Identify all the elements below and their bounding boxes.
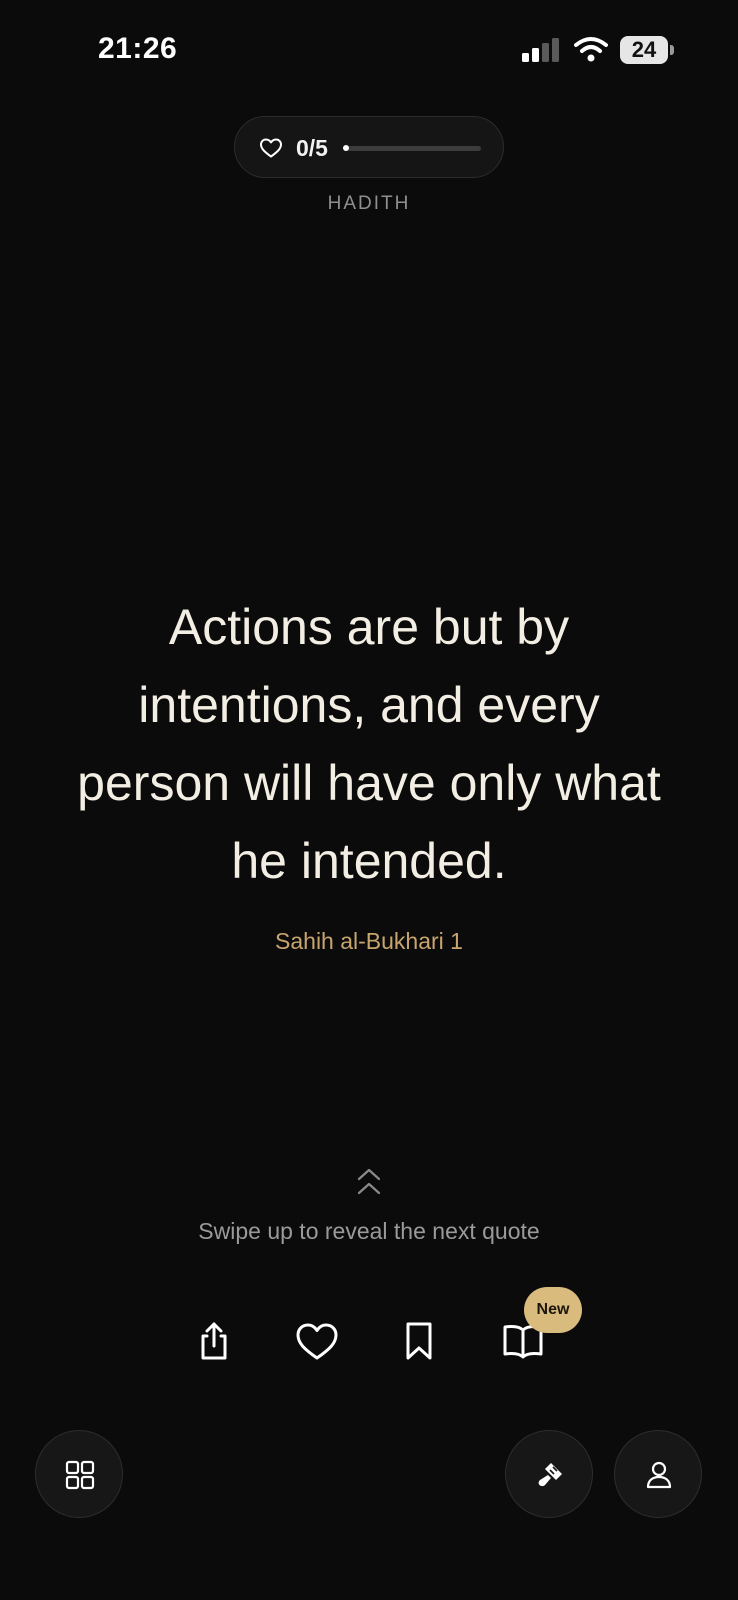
like-button[interactable] [294, 1318, 340, 1364]
share-icon [201, 1322, 227, 1360]
heart-icon [296, 1323, 338, 1360]
user-icon [646, 1461, 672, 1489]
bookmark-icon [406, 1322, 432, 1360]
profile-button[interactable] [614, 1430, 702, 1518]
swipe-hint: Swipe up to reveal the next quote [198, 1218, 540, 1244]
heart-icon [260, 138, 282, 158]
battery-icon: 24 [620, 36, 674, 64]
progress-dot [343, 145, 349, 151]
brush-icon [538, 1463, 562, 1487]
battery-level: 24 [620, 36, 668, 64]
bookmark-button[interactable] [396, 1318, 442, 1364]
categories-button[interactable] [35, 1430, 123, 1518]
progress-count: 0/5 [296, 135, 328, 161]
wifi-icon [574, 37, 608, 62]
double-chevron-up-icon [357, 1168, 381, 1195]
cellular-signal-icon [522, 38, 559, 62]
status-time: 21:26 [98, 32, 178, 65]
daily-progress-pill[interactable]: 0/5 [234, 116, 504, 178]
theme-button[interactable] [505, 1430, 593, 1518]
category-label: HADITH [327, 193, 411, 214]
grid-icon [65, 1460, 95, 1490]
new-badge: New [524, 1287, 582, 1333]
battery-tip [670, 45, 674, 55]
quote-text: Actions are but by intentions, and every… [77, 599, 661, 889]
status-bar: 21:26 24 [0, 0, 738, 100]
progress-track [347, 146, 481, 151]
quote-source: Sahih al-Bukhari 1 [275, 928, 463, 954]
share-button[interactable] [191, 1318, 237, 1364]
